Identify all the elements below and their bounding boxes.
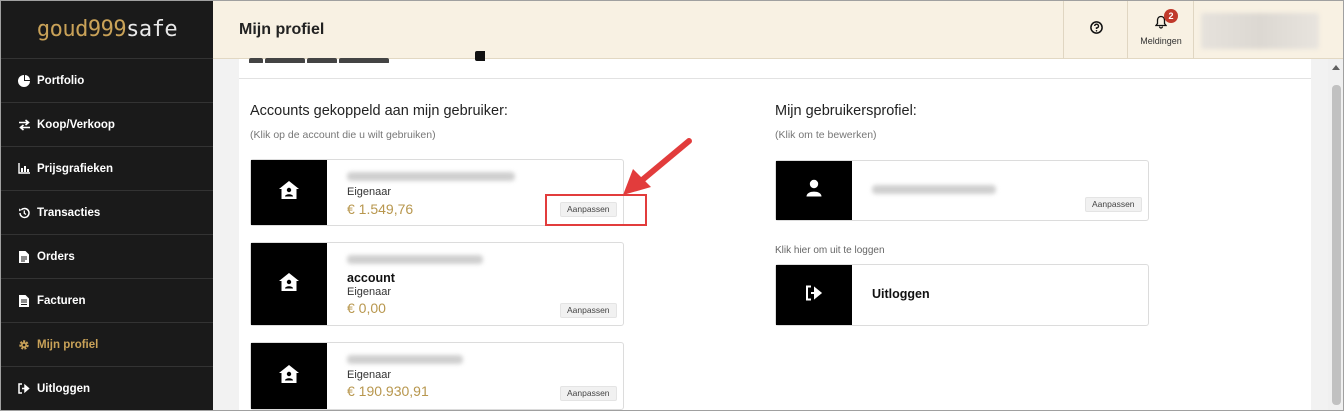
sidebar-item-label: Mijn profiel xyxy=(37,338,99,351)
sidebar-item-label: Portfolio xyxy=(37,74,85,87)
account-icon-box xyxy=(251,343,327,409)
pie-chart-icon xyxy=(17,74,31,88)
user-menu-avatar[interactable] xyxy=(1201,13,1319,49)
profile-section-title: Mijn gebruikersprofiel: xyxy=(775,103,917,119)
notification-count-badge: 2 xyxy=(1164,9,1178,23)
sign-out-icon xyxy=(805,285,823,306)
account-role: Eigenaar xyxy=(347,369,392,381)
account-name-redacted xyxy=(347,172,515,181)
question-circle-icon xyxy=(1089,21,1103,39)
header-divider xyxy=(1127,1,1128,59)
bar-chart-icon xyxy=(17,162,31,176)
sidebar-item-uitloggen[interactable]: Uitloggen xyxy=(1,367,213,410)
sidebar-item-transacties[interactable]: Transacties xyxy=(1,191,213,235)
scroll-thumb[interactable] xyxy=(1332,85,1341,405)
account-card[interactable]: account Eigenaar € 0,00 Aanpassen xyxy=(250,242,624,326)
sidebar-item-label: Orders xyxy=(37,250,75,263)
document-icon xyxy=(17,250,31,264)
account-balance: € 190.930,91 xyxy=(347,383,429,399)
edit-account-button[interactable]: Aanpassen xyxy=(560,303,617,318)
page-scrollbar[interactable] xyxy=(1328,59,1343,410)
profile-section-subtitle: (Klik om te bewerken) xyxy=(775,129,877,141)
logout-hint: Klik hier om uit te loggen xyxy=(775,245,885,256)
account-name-redacted xyxy=(347,355,463,364)
sidebar: goud999safe Portfolio Koop/Verkoop Prijs… xyxy=(1,1,213,410)
sidebar-item-mijn-profiel[interactable]: Mijn profiel xyxy=(1,323,213,367)
edit-account-button[interactable]: Aanpassen xyxy=(560,202,617,217)
profile-icon-box xyxy=(776,161,852,220)
account-card[interactable]: Eigenaar € 190.930,91 Aanpassen xyxy=(250,342,624,410)
gear-icon xyxy=(17,338,31,352)
header-divider xyxy=(1193,1,1194,59)
logout-label: Uitloggen xyxy=(872,287,930,301)
cut-off-heading xyxy=(249,51,485,63)
account-name: account xyxy=(347,271,395,285)
divider xyxy=(239,78,1311,79)
edit-account-button[interactable]: Aanpassen xyxy=(560,386,617,401)
sidebar-item-prijsgrafieken[interactable]: Prijsgrafieken xyxy=(1,147,213,191)
sidebar-item-label: Prijsgrafieken xyxy=(37,162,114,175)
account-card[interactable]: Eigenaar € 1.549,76 Aanpassen xyxy=(250,159,624,226)
invoice-icon xyxy=(17,294,31,308)
account-icon-box xyxy=(251,160,327,225)
help-button[interactable] xyxy=(1065,1,1127,59)
house-user-icon xyxy=(278,364,300,389)
app-window: goud999safe Portfolio Koop/Verkoop Prijs… xyxy=(0,0,1344,411)
user-profile-card[interactable]: Aanpassen xyxy=(775,160,1149,221)
logout-card[interactable]: Uitloggen xyxy=(775,264,1149,326)
account-balance: € 0,00 xyxy=(347,300,386,316)
logout-icon-box xyxy=(776,265,852,325)
sidebar-item-label: Transacties xyxy=(37,206,101,219)
accounts-section-title: Accounts gekoppeld aan mijn gebruiker: xyxy=(250,103,508,119)
header-divider xyxy=(1063,1,1064,59)
logo-text: goud999safe xyxy=(36,17,178,42)
sidebar-item-label: Uitloggen xyxy=(37,382,91,395)
account-id-redacted xyxy=(347,255,483,264)
house-user-icon xyxy=(278,272,300,297)
sidebar-item-portfolio[interactable]: Portfolio xyxy=(1,59,213,103)
house-user-icon xyxy=(278,180,300,205)
swap-arrows-icon xyxy=(17,118,31,132)
history-icon xyxy=(17,206,31,220)
profile-name-redacted xyxy=(872,185,996,194)
sidebar-item-label: Koop/Verkoop xyxy=(37,118,115,131)
sidebar-item-orders[interactable]: Orders xyxy=(1,235,213,279)
scroll-up-arrow-icon[interactable] xyxy=(1332,65,1340,70)
account-role: Eigenaar xyxy=(347,186,392,198)
account-balance: € 1.549,76 xyxy=(347,201,414,217)
notifications-button[interactable]: 2 Meldingen xyxy=(1129,1,1193,59)
user-icon xyxy=(806,179,822,202)
account-role: Eigenaar xyxy=(347,286,392,298)
sidebar-item-koop-verkoop[interactable]: Koop/Verkoop xyxy=(1,103,213,147)
page-title: Mijn profiel xyxy=(239,21,325,38)
brand-logo[interactable]: goud999safe xyxy=(1,1,213,59)
profile-content-card: Accounts gekoppeld aan mijn gebruiker: (… xyxy=(239,51,1311,410)
sidebar-item-label: Facturen xyxy=(37,294,86,307)
edit-profile-button[interactable]: Aanpassen xyxy=(1085,197,1142,212)
sign-out-icon xyxy=(17,382,31,396)
accounts-section-subtitle: (Klik op de account die u wilt gebruiken… xyxy=(250,129,436,141)
account-icon-box xyxy=(251,243,327,325)
sidebar-item-facturen[interactable]: Facturen xyxy=(1,279,213,323)
notifications-label: Meldingen xyxy=(1140,36,1182,46)
